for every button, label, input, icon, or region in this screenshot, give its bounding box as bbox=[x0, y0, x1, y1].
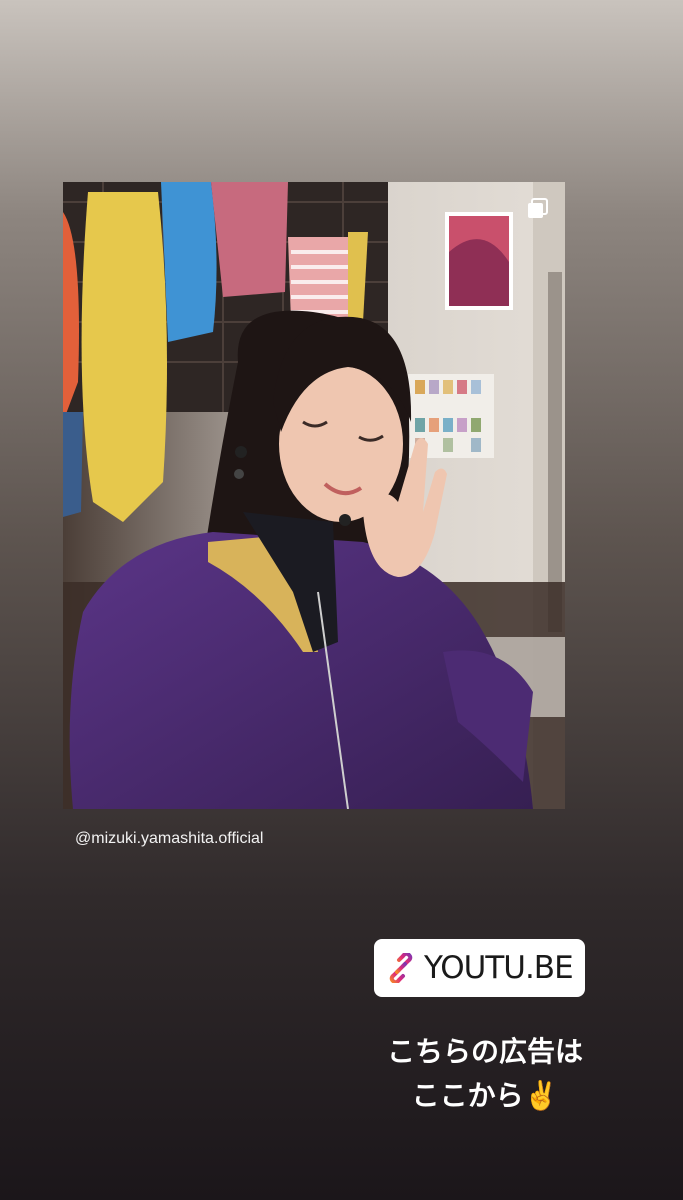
link-sticker-label: YOUTU.BE bbox=[424, 950, 574, 986]
link-icon bbox=[389, 953, 413, 983]
post-photo bbox=[63, 182, 565, 809]
story-caption: こちらの広告は ここから✌️ bbox=[340, 1030, 630, 1118]
post-author-username[interactable]: @mizuki.yamashita.official bbox=[75, 830, 263, 848]
link-sticker[interactable]: YOUTU.BE bbox=[374, 939, 585, 997]
caption-line-1: こちらの広告は bbox=[386, 1035, 583, 1068]
multiple-photos-icon bbox=[528, 198, 548, 218]
shared-post-card[interactable] bbox=[63, 182, 565, 809]
caption-line-2: ここから✌️ bbox=[411, 1079, 559, 1112]
